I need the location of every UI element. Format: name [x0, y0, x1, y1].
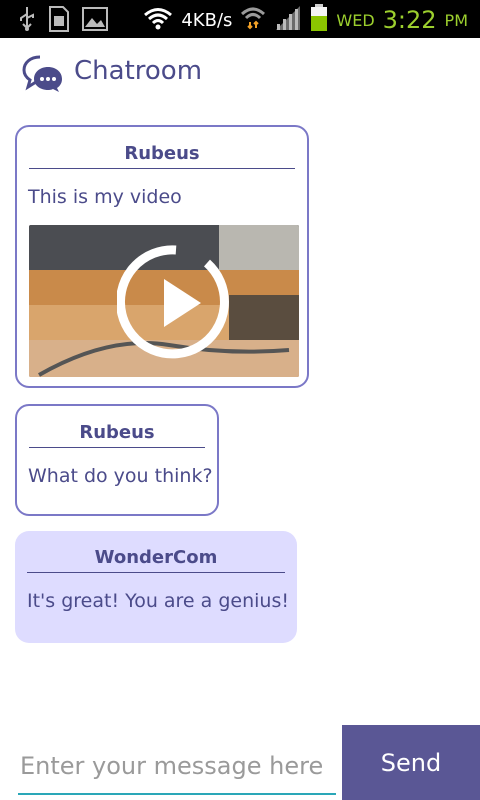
message-bubble: WonderCom It's great! You are a genius!: [15, 531, 297, 643]
message-text: What do you think?: [28, 465, 213, 487]
wifi-icon: [143, 6, 173, 34]
message-text: It's great! You are a genius!: [27, 590, 289, 612]
message-input[interactable]: [18, 739, 338, 793]
signal-icon: [274, 5, 302, 35]
send-button[interactable]: Send: [342, 725, 480, 800]
wifi-transfer-icon: [240, 6, 266, 34]
usb-icon: [18, 6, 36, 36]
message-bubble: Rubeus What do you think?: [15, 404, 219, 516]
status-ampm: PM: [444, 10, 468, 30]
message-sender: Rubeus: [124, 143, 200, 164]
status-time: 3:22: [382, 6, 437, 34]
battery-icon: [310, 4, 328, 36]
page-title: Chatroom: [74, 56, 203, 86]
message-sender: WonderCom: [94, 547, 218, 568]
status-left-icons: [18, 6, 108, 36]
network-speed: 4KB/s: [181, 9, 233, 31]
status-day: WED: [336, 10, 375, 30]
sd-card-icon: [48, 6, 70, 36]
message-bubble: Rubeus This is my video: [15, 125, 309, 388]
input-underline: [18, 793, 336, 795]
app-header: Chatroom: [0, 38, 480, 110]
status-right: 4KB/s WED 3:22 PM: [143, 4, 468, 36]
status-bar: 4KB/s WED 3:22 PM: [0, 0, 480, 38]
video-thumbnail[interactable]: [29, 225, 299, 377]
message-sender: Rubeus: [79, 422, 155, 443]
composer: [0, 725, 342, 800]
message-text: This is my video: [28, 186, 182, 208]
image-icon: [82, 7, 108, 35]
chat-bubbles-icon: [22, 54, 64, 92]
play-icon[interactable]: [115, 243, 235, 361]
